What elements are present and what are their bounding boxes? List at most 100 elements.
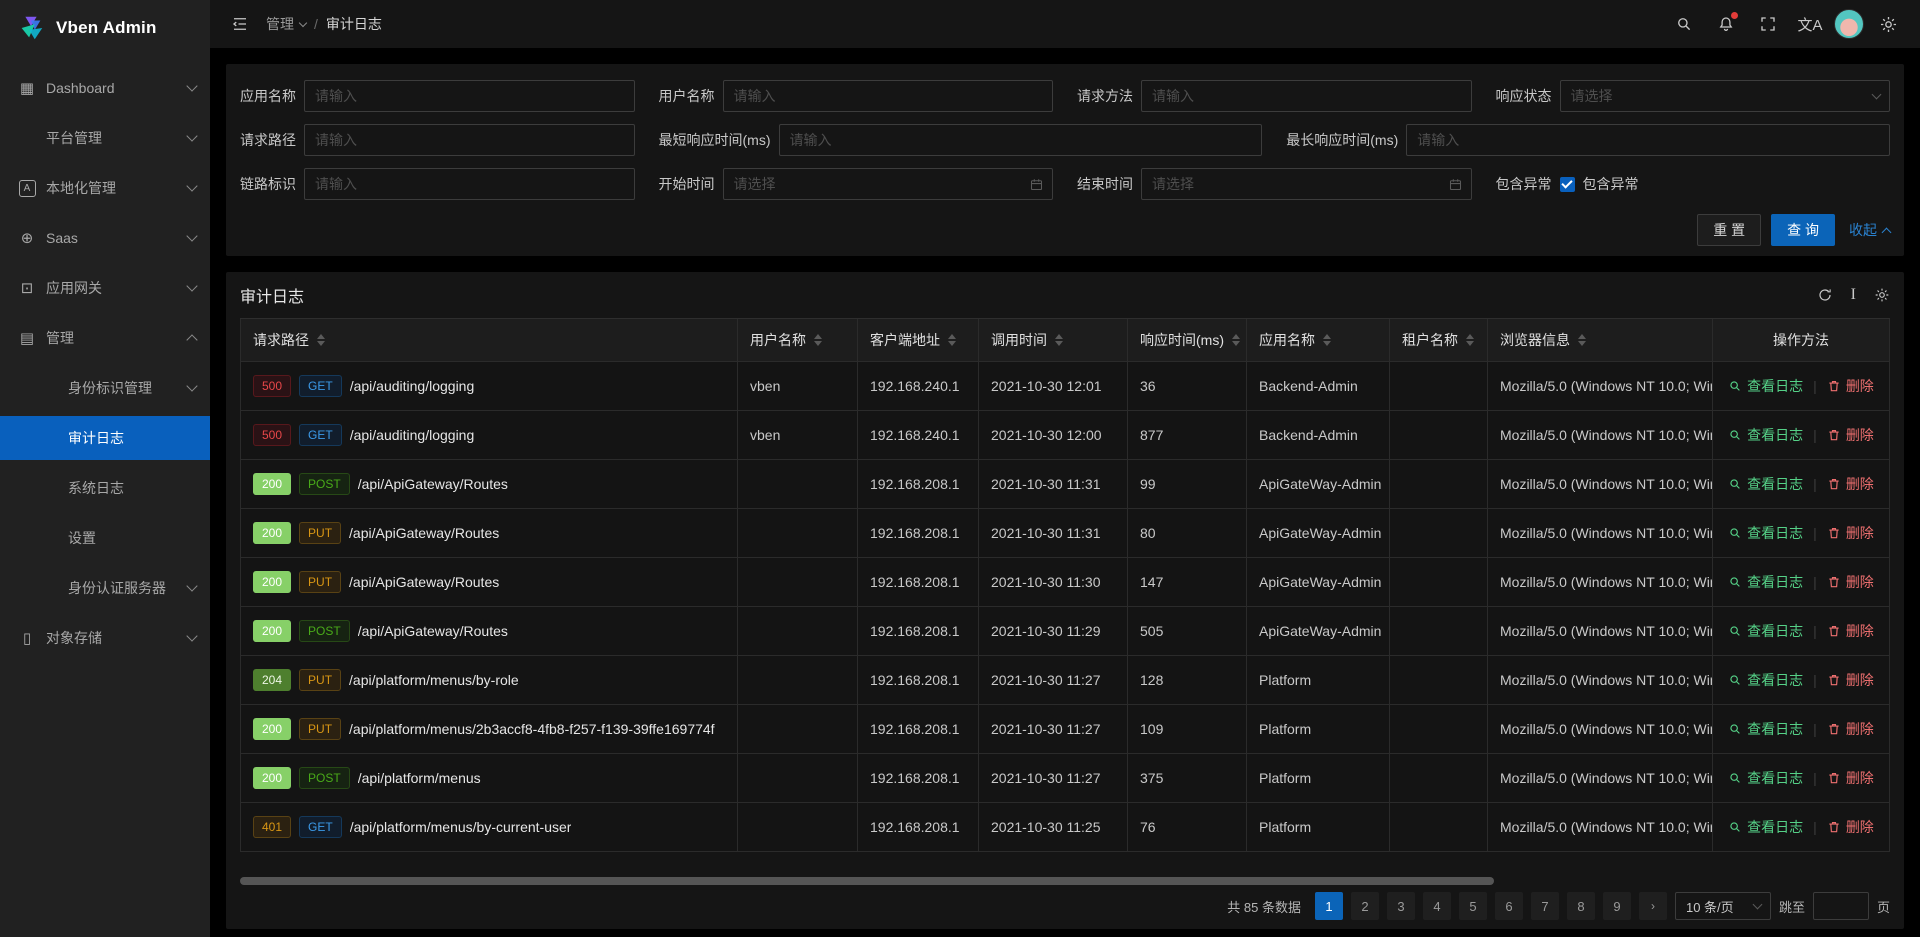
page-button[interactable]: 8	[1567, 892, 1595, 920]
column-header[interactable]: 客户端地址	[858, 319, 979, 361]
page-size-select[interactable]: 10 条/页	[1675, 892, 1771, 920]
app-logo[interactable]: Vben Admin	[0, 0, 210, 56]
column-header[interactable]: 用户名称	[738, 319, 858, 361]
delete-button[interactable]: 删除	[1827, 376, 1874, 396]
table-row[interactable]: 200 POST /api/platform/menus 192.168.208…	[241, 753, 1890, 802]
table-row[interactable]: 500 GET /api/auditing/logging vben 192.1…	[241, 410, 1890, 459]
row-height-icon[interactable]: I	[1851, 287, 1856, 303]
delete-button[interactable]: 删除	[1827, 425, 1874, 445]
sidebar-item[interactable]: 对象存储	[0, 616, 210, 660]
table-row[interactable]: 200 POST /api/ApiGateway/Routes 192.168.…	[241, 459, 1890, 508]
translate-icon[interactable]: 文A	[1792, 0, 1828, 48]
column-header[interactable]: 请求路径	[241, 319, 738, 361]
page-button[interactable]: 6	[1495, 892, 1523, 920]
sort-carets-icon[interactable]	[948, 334, 956, 346]
sidebar-item[interactable]: Dashboard	[0, 66, 210, 110]
page-button[interactable]: 1	[1315, 892, 1343, 920]
sidebar-item[interactable]: 身份标识管理	[0, 366, 210, 410]
chevron-icon	[186, 130, 197, 141]
table-header-row: 请求路径 用户名称	[241, 319, 1890, 361]
user-name-input[interactable]	[723, 80, 1054, 112]
view-log-button[interactable]: 查看日志	[1728, 474, 1803, 494]
sort-carets-icon[interactable]	[814, 334, 822, 346]
view-log-button[interactable]: 查看日志	[1728, 670, 1803, 690]
table-row[interactable]: 401 GET /api/platform/menus/by-current-u…	[241, 802, 1890, 851]
column-header[interactable]: 操作方法	[1713, 319, 1890, 361]
table-row[interactable]: 200 PUT /api/platform/menus/2b3accf8-4fb…	[241, 704, 1890, 753]
delete-button[interactable]: 删除	[1827, 621, 1874, 641]
jump-page-input[interactable]	[1813, 892, 1869, 920]
end-time-picker[interactable]	[1141, 168, 1472, 200]
max-duration-input[interactable]	[1406, 124, 1890, 156]
sidebar-item[interactable]: 平台管理	[0, 116, 210, 160]
sort-carets-icon[interactable]	[1323, 334, 1331, 346]
view-log-button[interactable]: 查看日志	[1728, 572, 1803, 592]
app-name-input[interactable]	[304, 80, 635, 112]
has-exception-checkbox[interactable]	[1560, 177, 1575, 192]
delete-button[interactable]: 删除	[1827, 523, 1874, 543]
sidebar-item[interactable]: 本地化管理	[0, 166, 210, 210]
view-log-button[interactable]: 查看日志	[1728, 817, 1803, 837]
sidebar-item[interactable]: 审计日志	[0, 416, 210, 460]
page-button[interactable]: 2	[1351, 892, 1379, 920]
reset-button[interactable]: 重 置	[1697, 214, 1761, 246]
trace-id-input[interactable]	[304, 168, 635, 200]
breadcrumb-parent[interactable]: 管理	[266, 14, 306, 34]
sort-carets-icon[interactable]	[317, 334, 325, 346]
search-icon[interactable]	[1666, 0, 1702, 48]
scrollbar-thumb[interactable]	[240, 877, 1494, 885]
sort-carets-icon[interactable]	[1232, 334, 1240, 346]
page-button[interactable]: 4	[1423, 892, 1451, 920]
settings-gear-icon[interactable]	[1870, 0, 1906, 48]
sidebar-item[interactable]: 应用网关	[0, 266, 210, 310]
view-log-button[interactable]: 查看日志	[1728, 621, 1803, 641]
table-row[interactable]: 204 PUT /api/platform/menus/by-role 192.…	[241, 655, 1890, 704]
start-time-picker[interactable]	[723, 168, 1054, 200]
next-page-button[interactable]: ›	[1639, 892, 1667, 920]
menu-fold-icon[interactable]	[224, 8, 256, 40]
search-button[interactable]: 查 询	[1771, 214, 1835, 246]
column-settings-gear-icon[interactable]	[1874, 287, 1890, 303]
column-header[interactable]: 浏览器信息	[1488, 319, 1713, 361]
sidebar-item[interactable]: Saas	[0, 216, 210, 260]
sidebar-item[interactable]: 设置	[0, 516, 210, 560]
sort-carets-icon[interactable]	[1466, 334, 1474, 346]
sidebar-item[interactable]: 身份认证服务器	[0, 566, 210, 610]
fullscreen-icon[interactable]	[1750, 0, 1786, 48]
min-duration-input[interactable]	[779, 124, 1263, 156]
table-row[interactable]: 200 PUT /api/ApiGateway/Routes 192.168.2…	[241, 557, 1890, 606]
delete-button[interactable]: 删除	[1827, 670, 1874, 690]
collapse-toggle[interactable]: 收起	[1849, 220, 1890, 240]
sort-carets-icon[interactable]	[1055, 334, 1063, 346]
view-log-button[interactable]: 查看日志	[1728, 523, 1803, 543]
http-method-input[interactable]	[1141, 80, 1472, 112]
delete-button[interactable]: 删除	[1827, 572, 1874, 592]
delete-button[interactable]: 删除	[1827, 474, 1874, 494]
table-row[interactable]: 500 GET /api/auditing/logging vben 192.1…	[241, 361, 1890, 410]
http-status-select[interactable]	[1560, 80, 1891, 112]
delete-button[interactable]: 删除	[1827, 719, 1874, 739]
column-header[interactable]: 调用时间	[979, 319, 1128, 361]
delete-button[interactable]: 删除	[1827, 768, 1874, 788]
page-button[interactable]: 7	[1531, 892, 1559, 920]
page-button[interactable]: 9	[1603, 892, 1631, 920]
sort-carets-icon[interactable]	[1578, 334, 1586, 346]
view-log-button[interactable]: 查看日志	[1728, 768, 1803, 788]
sidebar-item[interactable]: 系统日志	[0, 466, 210, 510]
column-header[interactable]: 租户名称	[1390, 319, 1488, 361]
column-header[interactable]: 响应时间(ms)	[1128, 319, 1247, 361]
delete-button[interactable]: 删除	[1827, 817, 1874, 837]
view-log-button[interactable]: 查看日志	[1728, 719, 1803, 739]
page-button[interactable]: 3	[1387, 892, 1415, 920]
refresh-icon[interactable]	[1817, 287, 1833, 303]
column-header[interactable]: 应用名称	[1247, 319, 1390, 361]
table-row[interactable]: 200 POST /api/ApiGateway/Routes 192.168.…	[241, 606, 1890, 655]
view-log-button[interactable]: 查看日志	[1728, 376, 1803, 396]
request-path-input[interactable]	[304, 124, 635, 156]
page-button[interactable]: 5	[1459, 892, 1487, 920]
notification-bell-icon[interactable]	[1708, 0, 1744, 48]
sidebar-item[interactable]: 管理	[0, 316, 210, 360]
avatar[interactable]	[1834, 9, 1864, 39]
table-row[interactable]: 200 PUT /api/ApiGateway/Routes 192.168.2…	[241, 508, 1890, 557]
view-log-button[interactable]: 查看日志	[1728, 425, 1803, 445]
